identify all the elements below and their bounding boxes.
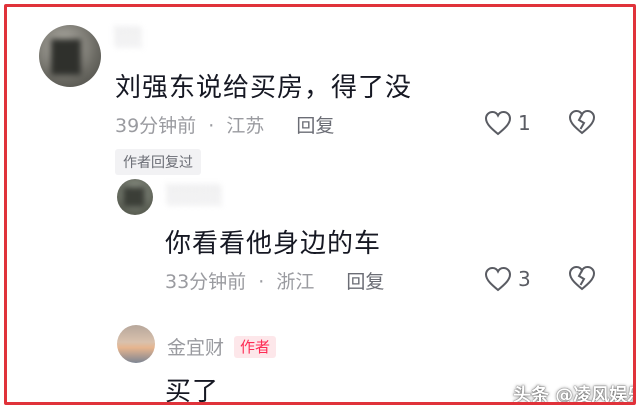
reply-meta: 33分钟前 · 浙江 回复 bbox=[165, 267, 384, 294]
comment-location: 江苏 bbox=[226, 115, 265, 137]
comment-time: 39分钟前 bbox=[115, 115, 197, 137]
username[interactable]: 金宜财 bbox=[167, 333, 224, 360]
like-count: 3 bbox=[518, 267, 531, 291]
username[interactable]: ░░ bbox=[115, 27, 143, 48]
avatar[interactable] bbox=[117, 179, 153, 215]
heart-icon bbox=[484, 266, 512, 292]
author-replied-tag: 作者回复过 bbox=[115, 149, 201, 175]
username[interactable]: ░░░░ bbox=[167, 185, 222, 206]
reply-button[interactable]: 回复 bbox=[346, 271, 384, 293]
author-badge: 作者 bbox=[234, 335, 277, 358]
heart-icon bbox=[484, 110, 512, 136]
comment-text: 刘强东说给买房，得了没 bbox=[115, 73, 413, 103]
separator: · bbox=[208, 115, 215, 137]
reply-text: 你看看他身边的车 bbox=[165, 229, 382, 259]
comment-panel: ░░ 刘强东说给买房，得了没 39分钟前 · 江苏 回复 1 作者回复过 ░░░… bbox=[4, 4, 636, 405]
author-name-row: 金宜财 作者 bbox=[167, 333, 277, 360]
broken-heart-icon bbox=[568, 109, 596, 135]
broken-heart-icon bbox=[568, 265, 596, 291]
like-count: 1 bbox=[518, 111, 531, 135]
dislike-button[interactable] bbox=[568, 265, 596, 295]
avatar[interactable] bbox=[39, 25, 101, 87]
watermark: 头条 @凌风娱乐 bbox=[513, 385, 636, 405]
separator: · bbox=[258, 271, 265, 293]
comment-meta: 39分钟前 · 江苏 回复 bbox=[115, 111, 334, 138]
reply-text: 买了 bbox=[165, 377, 220, 405]
like-button[interactable]: 3 bbox=[484, 265, 531, 293]
dislike-button[interactable] bbox=[568, 109, 596, 139]
reply-location: 浙江 bbox=[276, 271, 315, 293]
like-button[interactable]: 1 bbox=[484, 109, 531, 137]
avatar[interactable] bbox=[117, 325, 155, 363]
reply-time: 33分钟前 bbox=[165, 271, 247, 293]
reply-button[interactable]: 回复 bbox=[296, 115, 334, 137]
